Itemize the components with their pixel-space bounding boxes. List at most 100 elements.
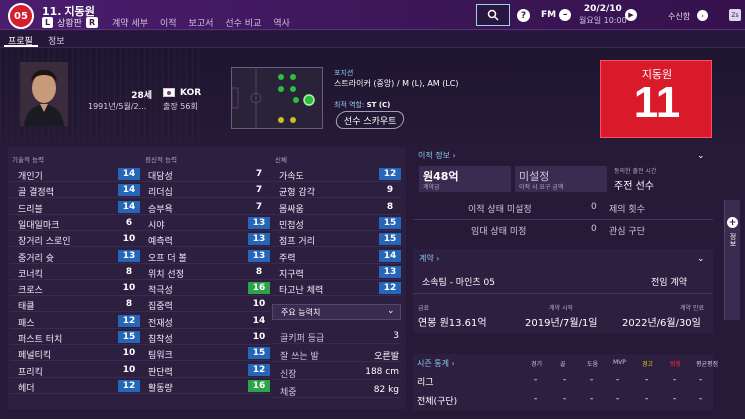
season-cell: - [534, 394, 538, 404]
inbox-label[interactable]: 수신함 [668, 11, 690, 22]
attribute-value: 12 [248, 363, 270, 376]
best-role-value: ST (C) [366, 101, 391, 109]
attribute-value: 12 [118, 314, 140, 327]
season-heading[interactable]: 시즌 통계 › [417, 358, 455, 369]
attribute-row-technical[interactable]: 장거리 스로인 10 [10, 231, 140, 248]
contract-collapse-icon[interactable]: ⌄ [697, 254, 705, 264]
top-bar: 05 11. 지동원 L 상황판 R 계약 세부 이적 보고서 선수 비교 역사 … [0, 0, 745, 30]
attribute-label: 적극성 [148, 286, 173, 297]
attribute-row-mental[interactable]: 대담성 7 [140, 166, 270, 182]
pitch-diagram [231, 68, 315, 128]
attribute-row-physical[interactable]: 주력 14 [271, 248, 401, 264]
attribute-row-technical[interactable]: 드리블 14 [10, 199, 140, 215]
search-icon [487, 9, 499, 21]
attribute-row-technical[interactable]: 프리킥 10 [10, 362, 140, 378]
physical-header: 신체 [275, 156, 287, 164]
korea-flag-icon [163, 88, 175, 97]
attribute-row-technical[interactable]: 일대일마크 6 [10, 215, 140, 231]
nav-reports[interactable]: 보고서 [189, 16, 214, 29]
attribute-label: 코너킥 [18, 269, 43, 280]
nav-contract[interactable]: 계약 세부 [112, 16, 148, 29]
attribute-label: 대담성 [148, 172, 173, 182]
attribute-row-technical[interactable]: 개인기 14 [10, 166, 140, 182]
status-text[interactable]: 상황판 [57, 16, 82, 29]
attribute-row-mental[interactable]: 시야 13 [140, 215, 270, 231]
contract-heading[interactable]: 계약 › [419, 253, 439, 264]
inbox-arrow-icon[interactable]: › [697, 10, 708, 21]
info-value: 3 [393, 331, 399, 341]
attribute-row-mental[interactable]: 판단력 12 [140, 362, 270, 378]
nav-compare[interactable]: 선수 비교 [225, 16, 261, 29]
scout-player-label: 선수 스카우트 [343, 116, 397, 127]
wage-label: 급료 [418, 305, 430, 312]
attribute-row-mental[interactable]: 활동량 16 [140, 378, 270, 394]
attribute-row-mental[interactable]: 리더십 7 [140, 182, 270, 199]
attribute-row-physical[interactable]: 점프 거리 15 [271, 231, 401, 248]
player-dob: 1991년/5월/2... [88, 102, 147, 111]
attribute-row-technical[interactable]: 페널티킥 10 [10, 345, 140, 362]
transfer-collapse-icon[interactable]: ⌄ [697, 151, 705, 161]
attribute-label: 전재성 [148, 318, 173, 329]
attribute-row-mental[interactable]: 집중력 10 [140, 296, 270, 313]
nav-transfer[interactable]: 이적 [160, 16, 177, 29]
attribute-row-mental[interactable]: 승부욕 7 [140, 199, 270, 215]
attribute-row-technical[interactable]: 퍼스트 터치 15 [10, 329, 140, 345]
attribute-row-physical[interactable]: 지구력 13 [271, 264, 401, 280]
attribute-row-mental[interactable]: 예측력 13 [140, 231, 270, 248]
help-icon[interactable]: ? [517, 9, 530, 22]
attribute-value: 14 [252, 315, 266, 326]
tab-info[interactable]: 정보 [48, 34, 65, 47]
attribute-row-technical[interactable]: 크로스 10 [10, 280, 140, 297]
attribute-label: 몸싸움 [279, 204, 304, 215]
attribute-label: 팀워크 [148, 351, 173, 362]
attribute-row-mental[interactable]: 팀워크 15 [140, 345, 270, 362]
attribute-row-technical[interactable]: 패스 12 [10, 313, 140, 329]
search-button[interactable] [476, 4, 510, 26]
attribute-row-technical[interactable]: 태클 8 [10, 296, 140, 313]
season-column-header[interactable]: 도움 [587, 359, 598, 368]
attribute-row-physical[interactable]: 균형 감각 9 [271, 182, 401, 199]
scout-player-button[interactable]: 선수 스카우트 [334, 111, 406, 129]
transfer-heading-text: 이적 정보 [418, 151, 450, 160]
season-column-header[interactable]: 골 [560, 359, 566, 368]
attribute-row-physical[interactable]: 타고난 체력 12 [271, 280, 401, 297]
date-text: 20/2/10 [583, 4, 622, 14]
attribute-value: 6 [125, 217, 133, 228]
attribute-value: 13 [248, 249, 270, 262]
user-badge[interactable]: Zs [729, 9, 741, 21]
player-subrow: L 상황판 R [42, 16, 99, 29]
attribute-value: 12 [379, 168, 401, 180]
continue-play-icon[interactable]: ▶ [625, 9, 637, 21]
attribute-value: 12 [379, 282, 401, 295]
season-column-header[interactable]: 경고 [642, 359, 653, 368]
transfer-info-heading[interactable]: 이적 정보 › [418, 150, 456, 161]
attribute-row-mental[interactable]: 위치 선정 8 [140, 264, 270, 280]
season-cell: - [563, 394, 567, 404]
interest-count: 0 [591, 224, 597, 242]
attribute-row-mental[interactable]: 오프 더 볼 13 [140, 248, 270, 264]
attribute-row-technical[interactable]: 헤더 12 [10, 378, 140, 394]
attribute-row-mental[interactable]: 적극성 16 [140, 280, 270, 297]
key-attributes-dropdown[interactable]: 주요 능력치 ⌄ [272, 304, 401, 320]
season-column-header[interactable]: 평균평점 [696, 359, 718, 368]
season-cell: - [699, 394, 703, 404]
attribute-row-technical[interactable]: 코너킥 8 [10, 264, 140, 280]
season-column-header[interactable]: 경기 [531, 359, 542, 368]
nav-history[interactable]: 역사 [273, 16, 290, 29]
fm-menu-button[interactable]: FM – [541, 9, 572, 21]
attribute-row-technical[interactable]: 골 결정력 14 [10, 182, 140, 199]
season-column-header[interactable]: MVP [613, 359, 626, 366]
attribute-row-physical[interactable]: 민첩성 15 [271, 215, 401, 231]
club-crest[interactable]: 05 [8, 3, 34, 29]
attribute-label: 페널티킥 [18, 351, 52, 362]
attribute-row-technical[interactable]: 중거리 슛 13 [10, 248, 140, 264]
attribute-row-physical[interactable]: 가속도 12 [271, 166, 401, 182]
attribute-row-mental[interactable]: 전재성 14 [140, 313, 270, 329]
attribute-row-mental[interactable]: 침착성 10 [140, 329, 270, 345]
attribute-row-physical[interactable]: 몸싸움 8 [271, 199, 401, 215]
player-nation[interactable]: KOR [180, 88, 201, 98]
attribute-value: 7 [255, 201, 263, 212]
info-sidebar-tab[interactable]: + 정보 [724, 200, 740, 320]
player-age: 28세 [131, 91, 152, 101]
season-column-header[interactable]: 퇴장 [670, 359, 681, 368]
